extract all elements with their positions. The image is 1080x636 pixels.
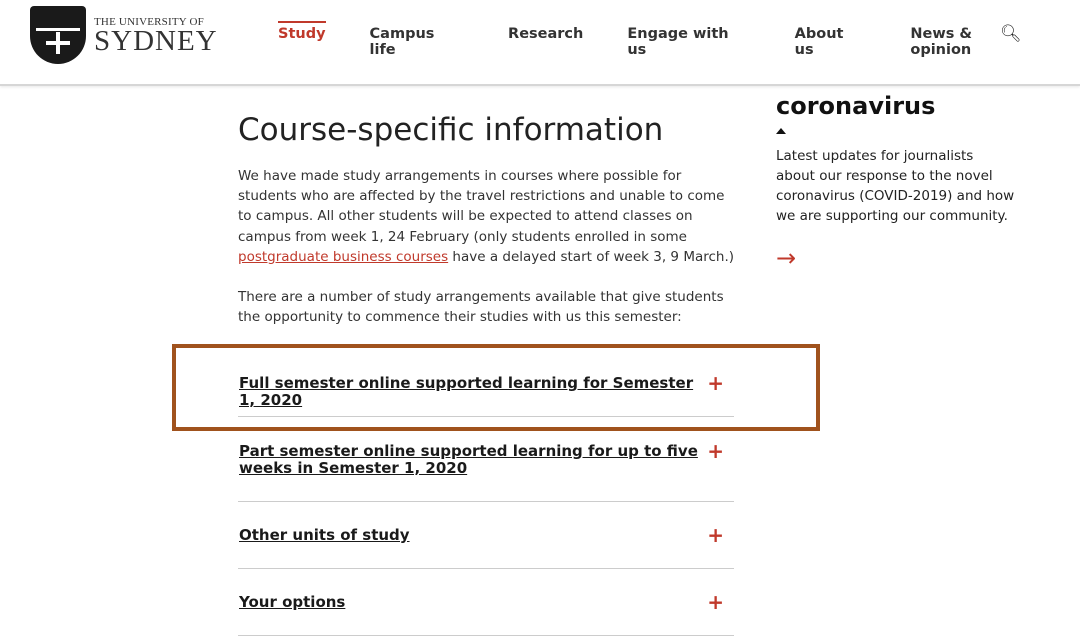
- plus-icon: +: [707, 523, 724, 547]
- arrow-right-icon[interactable]: →: [776, 244, 1016, 272]
- intro-paragraph: We have made study arrangements in cours…: [238, 168, 735, 265]
- nav-study[interactable]: Study: [278, 21, 326, 58]
- site-header: THE UNIVERSITY OF SYDNEY Study Campus lif…: [0, 0, 1080, 86]
- plus-icon: +: [707, 439, 724, 463]
- logo-text: SYDNEY: [94, 25, 218, 57]
- accordion-other-units[interactable]: Other units of study +: [238, 502, 734, 569]
- crest-icon: [30, 6, 86, 64]
- sidebar-heading: coronavirus: [776, 92, 936, 120]
- sidebar-card: coronavirus Latest updates for journalis…: [776, 92, 1016, 272]
- nav-about[interactable]: About us: [795, 26, 867, 58]
- plus-icon: +: [707, 590, 724, 614]
- main-nav: Study Campus life Research Engage with u…: [278, 21, 1080, 58]
- triangle-icon: [776, 128, 786, 134]
- arrangements-paragraph: There are a number of study arrangements…: [238, 289, 724, 326]
- sidebar-text: Latest updates for journalists about our…: [776, 148, 1015, 224]
- nav-campus-life[interactable]: Campus life: [370, 26, 465, 58]
- accordion-your-options[interactable]: Your options +: [238, 569, 734, 636]
- page-title: Course-specific information: [238, 112, 664, 148]
- university-logo[interactable]: THE UNIVERSITY OF SYDNEY: [30, 6, 218, 64]
- postgraduate-business-link[interactable]: postgraduate business courses: [238, 249, 448, 265]
- nav-engage[interactable]: Engage with us: [627, 26, 750, 58]
- nav-research[interactable]: Research: [508, 26, 583, 58]
- highlight-box: [172, 344, 820, 431]
- search-icon[interactable]: 🔍︎: [1000, 24, 1022, 44]
